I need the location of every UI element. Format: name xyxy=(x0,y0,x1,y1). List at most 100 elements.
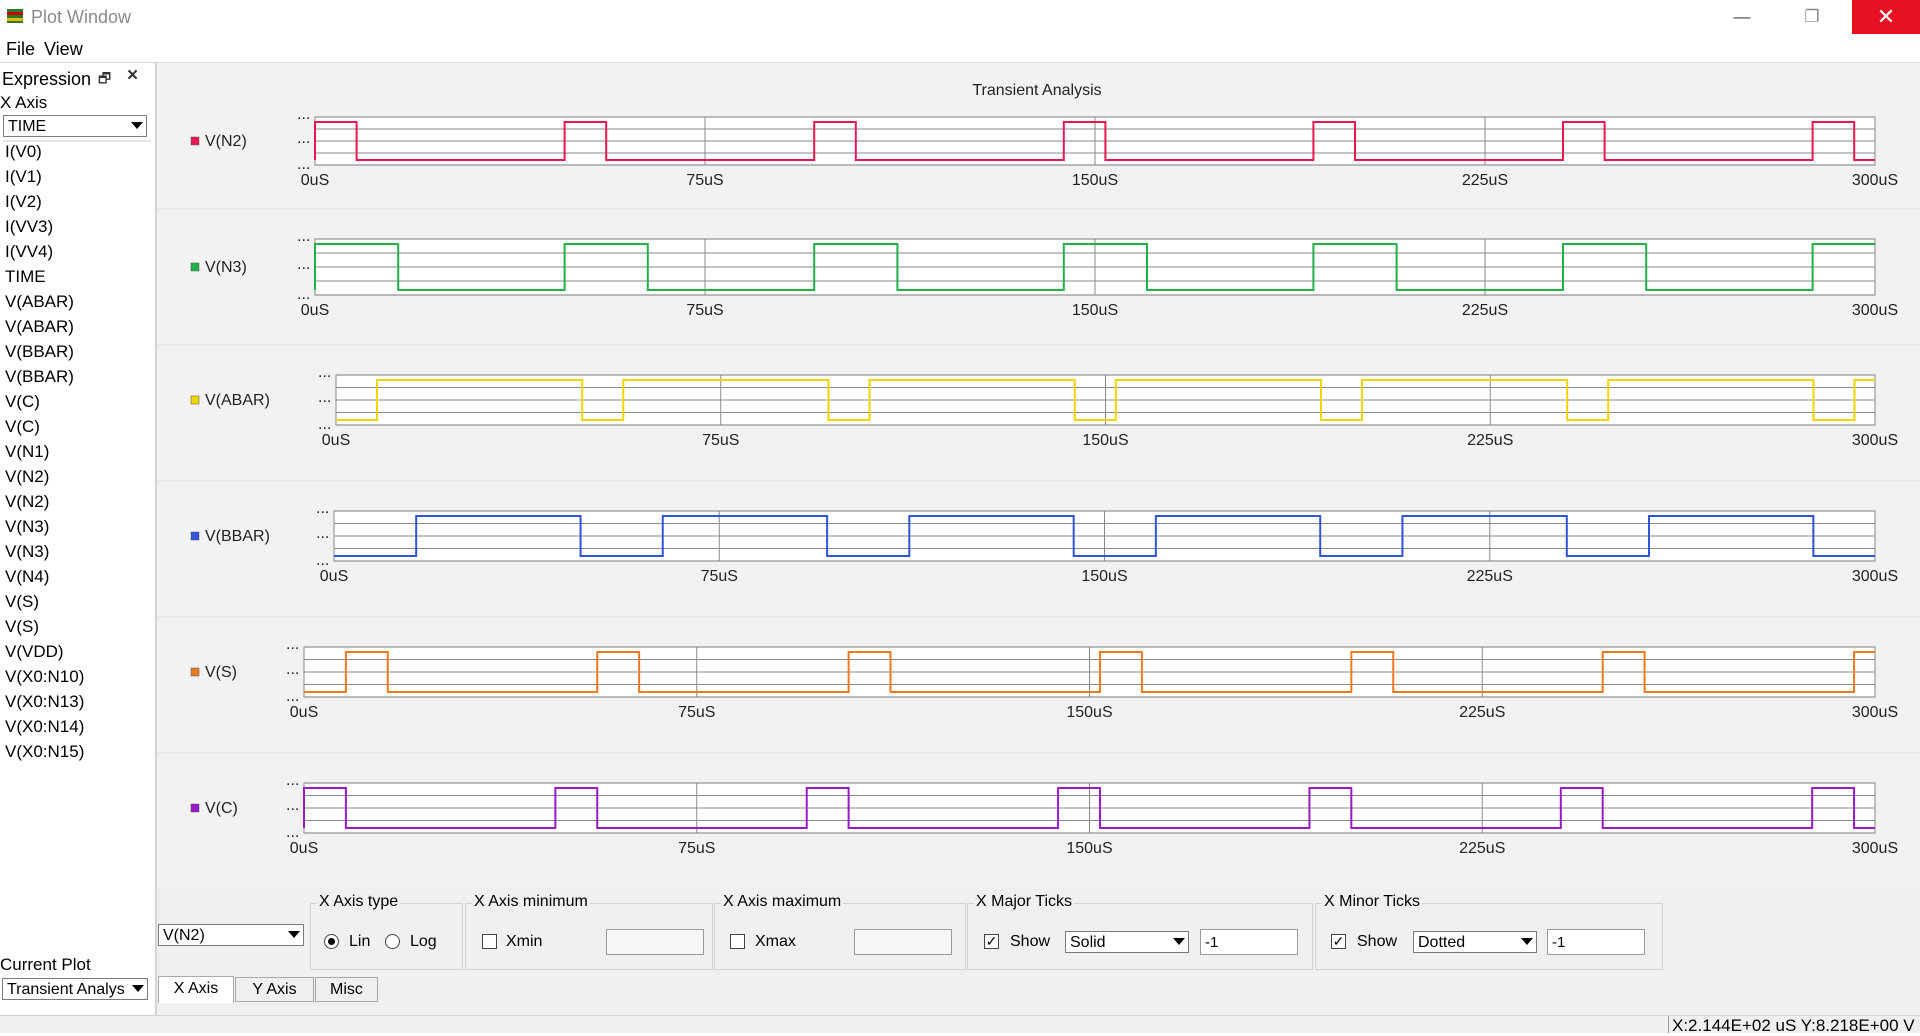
minor-style-select[interactable]: Dotted xyxy=(1413,931,1537,953)
chevron-down-icon xyxy=(288,931,300,938)
close-button[interactable]: ✕ xyxy=(1852,0,1920,34)
tab-misc[interactable]: Misc xyxy=(315,977,378,1002)
variable-item[interactable]: V(N1) xyxy=(5,442,49,462)
legend-swatch xyxy=(190,667,200,677)
close-panel-icon[interactable]: × xyxy=(127,65,138,87)
plot-canvas[interactable]: Transient Analysis 0uS 75uS 150uS 225uS 300u… xyxy=(157,63,1920,888)
variable-item[interactable]: V(X0:N13) xyxy=(5,692,84,712)
float-panel-icon[interactable]: 🗗 xyxy=(98,68,111,92)
y-tick-label: ... xyxy=(318,364,331,381)
minor-show-checkbox[interactable]: ✓ xyxy=(1331,934,1346,949)
x-tick-label: 75uS xyxy=(702,432,739,449)
variable-item[interactable]: V(X0:N15) xyxy=(5,742,84,762)
major-show-checkbox[interactable]: ✓ xyxy=(984,934,999,949)
legend-label[interactable]: V(ABAR) xyxy=(205,392,270,409)
legend-label[interactable]: V(BBAR) xyxy=(205,528,270,545)
variable-item[interactable]: V(N2) xyxy=(5,467,49,487)
variable-item[interactable]: V(VDD) xyxy=(5,642,64,662)
variable-item[interactable]: V(C) xyxy=(5,392,40,412)
x-axis-select-value: TIME xyxy=(8,118,47,135)
variable-item[interactable]: V(C) xyxy=(5,417,40,437)
x-tick-label: 75uS xyxy=(686,172,723,189)
y-tick-label: ... xyxy=(297,286,310,303)
xmin-checkbox[interactable] xyxy=(482,934,497,949)
group-title: X Axis type xyxy=(317,893,401,911)
x-tick-label: 150uS xyxy=(1082,432,1128,449)
x-tick-label: 0uS xyxy=(290,840,318,857)
y-tick-label: ... xyxy=(286,688,299,705)
menu-bar: File View xyxy=(0,34,1920,62)
y-tick-label: ... xyxy=(286,661,299,678)
major-count-input[interactable]: -1 xyxy=(1200,929,1298,955)
variable-item[interactable]: V(N2) xyxy=(5,492,49,512)
minor-count-value: -1 xyxy=(1552,934,1566,951)
variable-item[interactable]: V(ABAR) xyxy=(5,317,74,337)
legend-label[interactable]: V(N2) xyxy=(205,133,247,150)
panel-title: Expression xyxy=(2,69,92,89)
variable-item[interactable]: V(N4) xyxy=(5,567,49,587)
chevron-down-icon xyxy=(1173,938,1185,945)
menu-file[interactable]: File xyxy=(6,39,35,60)
current-plot-select[interactable]: Transient Analys xyxy=(2,978,148,1000)
x-minor-ticks-group: X Minor Ticks ✓ Show Dotted -1 xyxy=(1315,893,1663,970)
variable-item[interactable]: V(BBAR) xyxy=(5,367,74,387)
app-icon xyxy=(7,9,23,23)
signal-select[interactable]: V(N2) xyxy=(158,924,304,946)
variable-item[interactable]: V(N3) xyxy=(5,542,49,562)
xmax-input[interactable] xyxy=(854,929,952,955)
x-axis-max-group: X Axis maximum Xmax xyxy=(714,893,966,970)
plot-panel: 0uS 75uS 150uS 225uS 300uS......... V(C) xyxy=(157,752,1920,857)
chevron-down-icon xyxy=(131,122,143,129)
variable-item[interactable]: TIME xyxy=(5,267,46,287)
variable-item[interactable]: V(N3) xyxy=(5,517,49,537)
plot-area[interactable]: Transient Analysis 0uS 75uS 150uS 225uS 300u… xyxy=(157,63,1920,888)
legend-swatch xyxy=(190,531,200,541)
major-show-label: Show xyxy=(1010,933,1051,950)
variable-list[interactable]: I(V0) I(V1) I(V2) I(VV3) I(VV4) TIME V(ABAR) V(… xyxy=(3,140,151,842)
x-tick-label: 150uS xyxy=(1072,302,1118,319)
legend-label[interactable]: V(N3) xyxy=(205,259,247,276)
variable-item[interactable]: V(X0:N14) xyxy=(5,717,84,737)
variable-item[interactable]: I(V1) xyxy=(5,167,42,187)
lin-radio[interactable] xyxy=(324,934,339,949)
variable-item[interactable]: I(VV4) xyxy=(5,242,53,262)
variable-item[interactable]: V(S) xyxy=(5,617,39,637)
axis-settings-panel: V(N2) X Axis type Lin Log X Axis minimum… xyxy=(157,888,1920,1015)
variable-item[interactable]: V(ABAR) xyxy=(5,292,74,312)
restore-button[interactable]: ❐ xyxy=(1784,0,1840,34)
variable-item[interactable]: V(BBAR) xyxy=(5,342,74,362)
log-radio[interactable] xyxy=(385,934,400,949)
menu-view[interactable]: View xyxy=(44,39,83,60)
x-axis-min-group: X Axis minimum Xmin xyxy=(465,893,713,970)
signal-select-value: V(N2) xyxy=(163,927,205,944)
plot-panel: 0uS 75uS 150uS 225uS 300uS......... V(BBAR) xyxy=(157,480,1920,585)
variable-item[interactable]: V(X0:N10) xyxy=(5,667,84,687)
variable-item[interactable]: I(VV3) xyxy=(5,217,53,237)
y-tick-label: ... xyxy=(297,106,310,123)
x-axis-type-group: X Axis type Lin Log xyxy=(310,893,463,970)
minimize-button[interactable]: — xyxy=(1714,0,1770,34)
y-tick-label: ... xyxy=(286,797,299,814)
minor-count-input[interactable]: -1 xyxy=(1547,929,1645,955)
xmax-checkbox[interactable] xyxy=(730,934,745,949)
y-tick-label: ... xyxy=(297,130,310,147)
variable-item[interactable]: I(V2) xyxy=(5,192,42,212)
tab-y-axis[interactable]: Y Axis xyxy=(235,977,314,1002)
x-major-ticks-group: X Major Ticks ✓ Show Solid -1 xyxy=(967,893,1313,970)
x-tick-label: 225uS xyxy=(1467,432,1513,449)
minor-style-value: Dotted xyxy=(1418,934,1466,951)
tab-x-axis[interactable]: X Axis xyxy=(158,976,234,1003)
major-style-select[interactable]: Solid xyxy=(1065,931,1189,953)
legend-label[interactable]: V(S) xyxy=(205,664,237,681)
variable-item[interactable]: I(V0) xyxy=(5,142,42,162)
x-axis-select[interactable]: TIME xyxy=(3,115,147,137)
y-tick-label: ... xyxy=(286,772,299,789)
variable-item[interactable]: V(S) xyxy=(5,592,39,612)
y-tick-label: ... xyxy=(286,824,299,841)
current-plot-value: Transient Analys xyxy=(7,981,125,998)
xmin-input[interactable] xyxy=(606,929,704,955)
x-tick-label: 225uS xyxy=(1459,840,1505,857)
legend-label[interactable]: V(C) xyxy=(205,800,238,817)
group-title: X Major Ticks xyxy=(974,893,1075,911)
plot-panel: 0uS 75uS 150uS 225uS 300uS......... V(N3) xyxy=(157,208,1920,319)
